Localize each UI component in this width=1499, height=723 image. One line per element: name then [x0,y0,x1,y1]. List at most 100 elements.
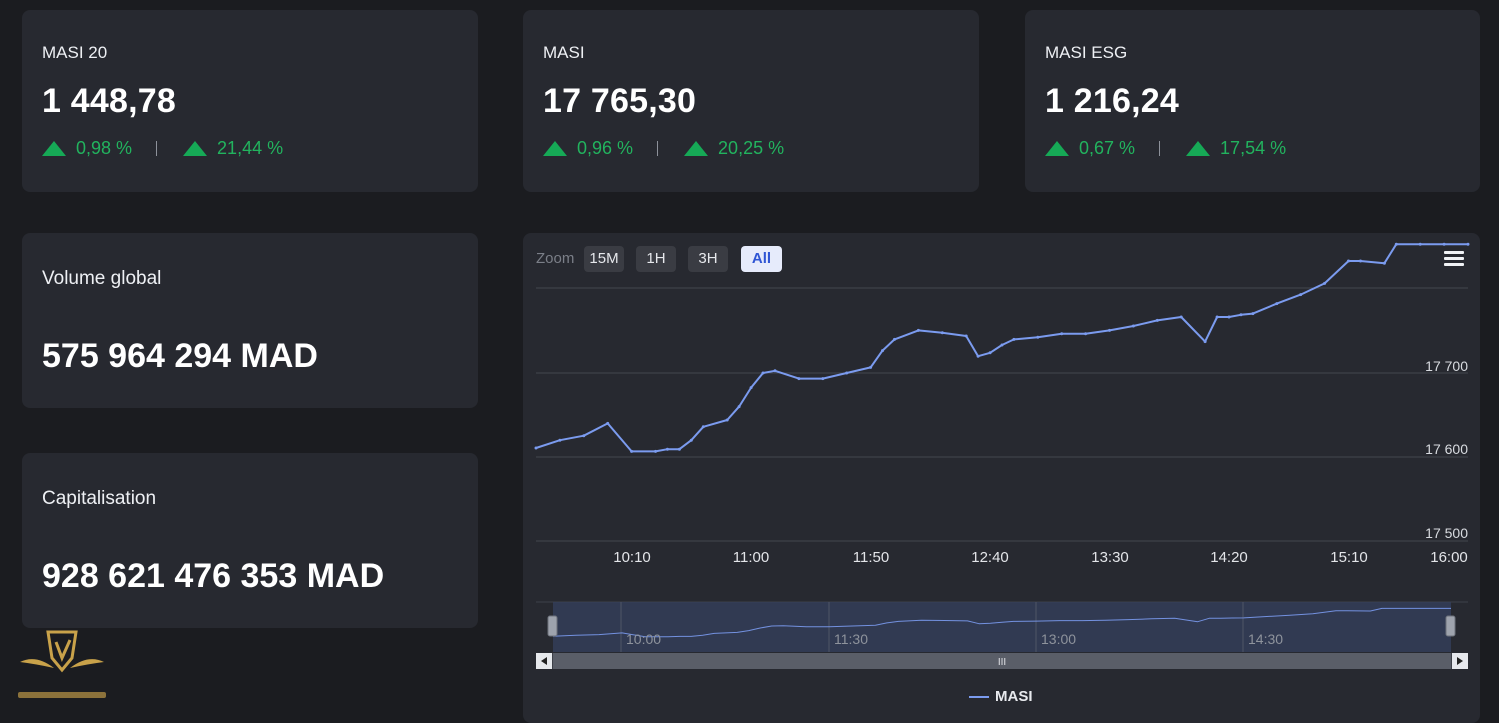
data-point [534,446,538,450]
data-point [1442,242,1446,246]
data-point [1131,324,1135,328]
data-point [821,377,825,381]
index-card-masi-esg[interactable]: MASI ESG 1 216,24 0,67 % 17,54 % [1025,10,1480,192]
data-point [1155,318,1159,322]
forum-logo-watermark [18,630,106,698]
navigator-label: 11:30 [834,631,868,647]
x-tick-label: 10:10 [613,549,651,566]
change-ytd: 21,44 % [217,138,284,158]
data-point [916,328,920,332]
up-triangle-icon [684,141,709,156]
data-point [761,371,765,375]
index-name: MASI ESG [1045,43,1128,62]
data-point [1394,242,1398,246]
index-name: MASI [543,43,585,62]
data-point [1179,315,1183,319]
scrollbar-grip-icon: III [998,657,1006,668]
data-point [558,438,562,442]
data-point [869,365,873,369]
navigator-label: 13:00 [1041,631,1077,647]
data-point [737,405,741,409]
index-changes: 0,67 % 17,54 % [1045,138,1286,159]
change-ytd: 20,25 % [718,138,785,158]
series-line-masi [535,243,1468,453]
up-triangle-icon [42,141,66,156]
index-value: 1 448,78 [42,82,176,120]
chart-legend[interactable]: MASI [969,688,1033,705]
data-point [845,371,849,375]
up-triangle-icon [1045,141,1069,156]
y-tick-label: 17 700 [1425,358,1468,374]
chart-panel: Zoom 15M 1H 3H All III 17 700 17 600 17 … [523,233,1480,723]
data-point [1382,261,1386,265]
navigator-selection [553,602,1451,652]
x-tick-label: 15:10 [1330,549,1368,566]
x-tick-label: 11:50 [852,549,890,566]
change-ytd: 17,54 % [1220,138,1287,158]
index-changes: 0,96 % 20,25 % [543,138,784,159]
index-card-masi20[interactable]: MASI 20 1 448,78 0,98 % 21,44 % [22,10,478,192]
index-name: MASI 20 [42,43,108,62]
up-triangle-icon [1186,141,1211,156]
navigator-label: 14:30 [1248,631,1284,647]
data-point [1251,312,1255,316]
change-day: 0,98 % [76,138,133,158]
index-card-masi[interactable]: MASI 17 765,30 0,96 % 20,25 % [523,10,979,192]
capitalisation-value: 928 621 476 353 MAD [42,557,385,595]
x-tick-label: 14:20 [1210,549,1248,566]
data-point [630,449,634,453]
separator [657,141,659,156]
data-point [964,334,968,338]
data-point [749,386,753,390]
data-point [1036,335,1040,339]
data-point [1108,328,1111,332]
data-point [881,349,884,353]
data-point [725,418,729,422]
data-point [1347,259,1350,263]
data-point [1012,337,1016,341]
data-point [893,337,896,341]
y-tick-label: 17 500 [1425,525,1468,541]
x-tick-label: 13:30 [1091,549,1129,566]
navigator-right-handle [1445,615,1456,637]
data-point [689,438,693,442]
data-point [797,377,801,381]
data-point [1000,343,1004,347]
data-point [1275,302,1279,306]
x-tick-label: 16:00 [1430,549,1468,566]
data-point [988,351,992,355]
legend-line-icon [969,695,989,698]
chart-plot: III [534,242,1470,669]
data-point [1227,315,1231,319]
separator [156,141,158,156]
data-point [1359,259,1362,263]
change-day: 0,67 % [1079,138,1136,158]
data-point [606,421,610,425]
index-changes: 0,98 % 21,44 % [42,138,283,159]
legend-label: MASI [995,688,1033,705]
data-point [701,425,705,429]
data-point [582,434,586,438]
navigator-label: 10:00 [626,631,662,647]
data-point [1060,332,1064,336]
capitalisation-label: Capitalisation [42,488,157,509]
data-point [1239,313,1243,317]
data-point [665,447,669,451]
y-tick-label: 17 600 [1425,441,1468,457]
data-point [1323,281,1327,285]
data-point [1215,315,1219,319]
index-value: 17 765,30 [543,82,697,120]
volume-value: 575 964 294 MAD [42,337,318,375]
data-point [1418,242,1422,246]
up-triangle-icon [543,141,567,156]
data-point [940,331,944,335]
separator [1159,141,1161,156]
data-point [773,369,777,373]
data-point [1299,293,1303,297]
up-triangle-icon [183,141,208,156]
data-point [976,354,980,358]
data-point [1084,332,1088,336]
data-point [677,447,681,451]
data-point [1203,340,1207,344]
data-point [1466,242,1470,246]
